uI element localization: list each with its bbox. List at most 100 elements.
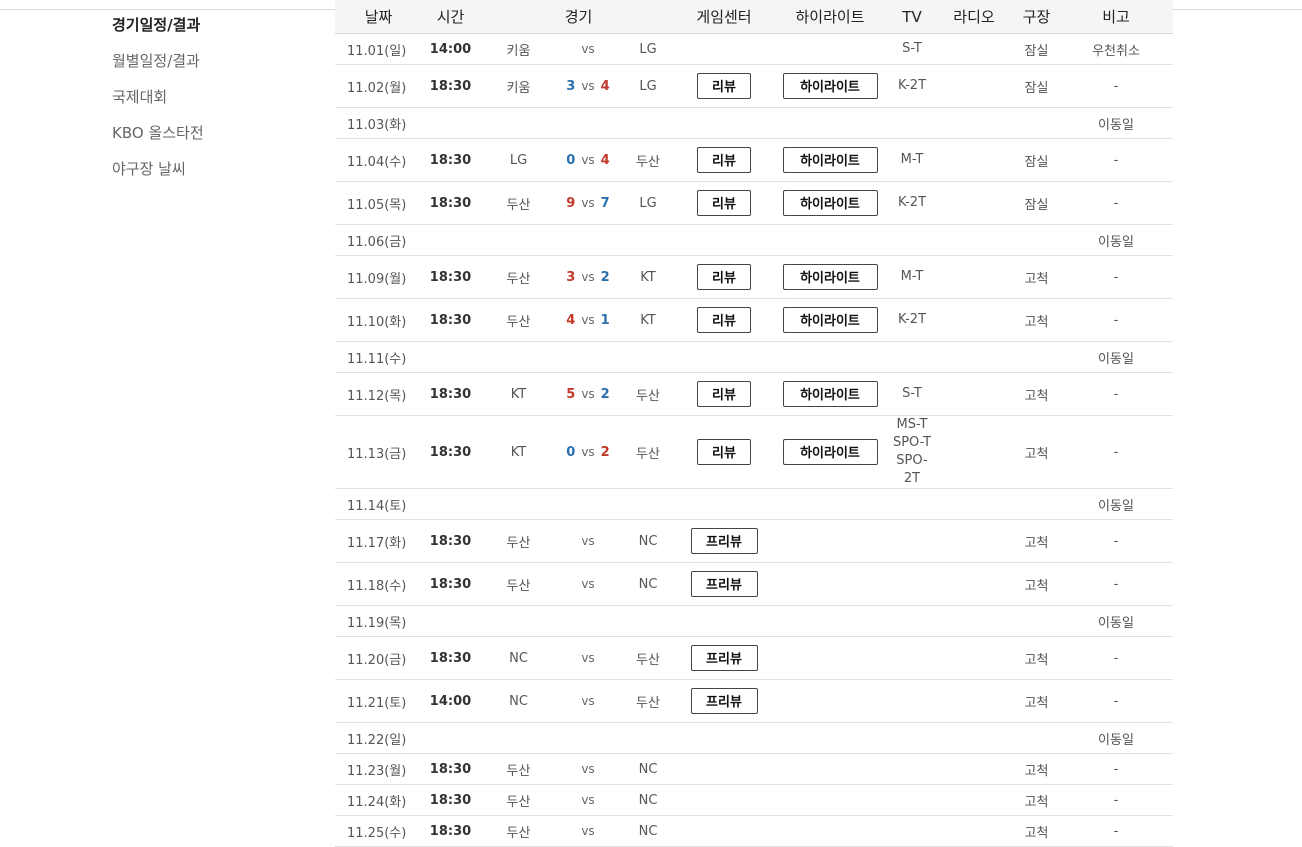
cell-tv [890,753,934,785]
cell-time: 18:30 [422,181,479,225]
sidebar-item-international[interactable]: 국제대회 [112,86,312,122]
cell-tv: M-T [890,138,934,182]
cell-score: 3 vs 2 [558,255,618,299]
cell-time: 18:30 [422,298,479,342]
preview-button[interactable]: 프리뷰 [690,645,758,671]
cell-date: 11.23(월) [335,753,422,785]
review-button[interactable]: 리뷰 [697,307,751,333]
cell-radio [934,341,1014,373]
vs-label: vs [581,386,595,401]
cell-radio [934,519,1014,563]
cell-stadium: 잠실 [1014,33,1059,65]
cell-game-center [678,815,770,847]
cell-date: 11.20(금) [335,636,422,680]
review-button[interactable]: 리뷰 [697,264,751,290]
highlight-button[interactable]: 하이라이트 [782,381,878,407]
cell-score: vs [558,784,618,816]
cell-stadium: 잠실 [1014,181,1059,225]
table-row: 11.24(화) 18:30 두산 vs NC 고척 - [335,784,1173,816]
cell-time: 18:30 [422,138,479,182]
highlight-button[interactable]: 하이라이트 [782,439,878,465]
cell-score: vs [558,679,618,723]
cell-highlight [770,107,890,139]
cell-highlight [770,341,890,373]
cell-stadium: 잠실 [1014,64,1059,108]
cell-radio [934,298,1014,342]
cell-stadium [1014,224,1059,256]
review-button[interactable]: 리뷰 [697,439,751,465]
vs-label: vs [581,576,595,591]
cell-stadium: 고척 [1014,636,1059,680]
cell-tv [890,488,934,520]
cell-note: - [1059,298,1173,342]
cell-away-team [479,341,558,373]
cell-tv [890,224,934,256]
away-score: 9 [566,195,576,211]
sidebar-item-weather[interactable]: 야구장 날씨 [112,158,312,194]
home-score: 2 [600,444,610,460]
cell-radio [934,722,1014,754]
cell-away-team: NC [479,636,558,680]
cell-note: - [1059,138,1173,182]
cell-highlight [770,605,890,637]
cell-highlight: 하이라이트 [770,138,890,182]
cell-game-center: 프리뷰 [678,562,770,606]
table-row: 11.19(목) 이동일 [335,605,1173,637]
cell-highlight [770,519,890,563]
cell-radio [934,679,1014,723]
review-button[interactable]: 리뷰 [697,381,751,407]
cell-date: 11.17(화) [335,519,422,563]
highlight-button[interactable]: 하이라이트 [782,73,878,99]
cell-time: 14:00 [422,33,479,65]
cell-stadium: 고척 [1014,815,1059,847]
cell-time: 18:30 [422,815,479,847]
highlight-button[interactable]: 하이라이트 [782,264,878,290]
review-button[interactable]: 리뷰 [697,147,751,173]
highlight-button[interactable]: 하이라이트 [782,307,878,333]
cell-highlight: 하이라이트 [770,181,890,225]
cell-radio [934,181,1014,225]
cell-game-center: 리뷰 [678,298,770,342]
sidebar-item-all-star[interactable]: KBO 올스타전 [112,122,312,158]
cell-away-team: 두산 [479,181,558,225]
vs-label: vs [581,823,595,838]
cell-note: - [1059,753,1173,785]
review-button[interactable]: 리뷰 [697,190,751,216]
cell-away-team [479,722,558,754]
tv-channel: S-T [902,41,922,56]
vs-label: vs [581,269,595,284]
cell-time [422,488,479,520]
cell-home-team: 두산 [618,636,678,680]
cell-radio [934,107,1014,139]
cell-tv [890,679,934,723]
cell-score: 3 vs 4 [558,64,618,108]
cell-highlight: 하이라이트 [770,298,890,342]
highlight-button[interactable]: 하이라이트 [782,147,878,173]
vs-label: vs [581,761,595,776]
cell-game-center [678,33,770,65]
cell-away-team: 키움 [479,64,558,108]
table-row: 11.06(금) 이동일 [335,224,1173,256]
sidebar-item-schedule-results[interactable]: 경기일정/결과 [112,14,312,50]
preview-button[interactable]: 프리뷰 [690,688,758,714]
preview-button[interactable]: 프리뷰 [690,571,758,597]
cell-date: 11.05(목) [335,181,422,225]
cell-home-team: LG [618,33,678,65]
cell-date: 11.04(수) [335,138,422,182]
tv-channel: K-2T [897,312,927,327]
cell-note: - [1059,255,1173,299]
cell-tv [890,341,934,373]
review-button[interactable]: 리뷰 [697,73,751,99]
highlight-button[interactable]: 하이라이트 [782,190,878,216]
cell-score: vs [558,753,618,785]
cell-stadium: 고척 [1014,679,1059,723]
header-time: 시간 [422,0,479,34]
sidebar-item-monthly-schedule[interactable]: 월별일정/결과 [112,50,312,86]
cell-radio [934,255,1014,299]
cell-home-team: KT [618,255,678,299]
preview-button[interactable]: 프리뷰 [690,528,758,554]
away-score: 3 [566,269,576,285]
cell-date: 11.19(목) [335,605,422,637]
tv-channel: SPO-T [892,435,932,450]
cell-home-team: 두산 [618,372,678,416]
